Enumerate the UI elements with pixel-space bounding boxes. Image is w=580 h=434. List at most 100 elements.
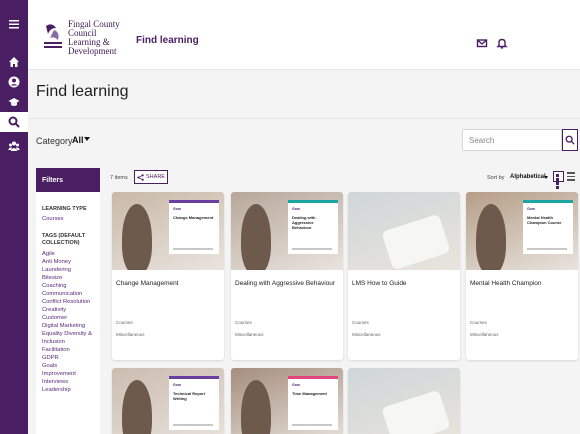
page-title: Find learning — [36, 83, 129, 100]
banner-title: Change Management — [173, 215, 214, 220]
course-thumbnail: Gom Time Management — [231, 368, 343, 434]
title-band: Find learning — [28, 70, 580, 118]
home-icon[interactable] — [0, 52, 28, 72]
filter-item[interactable]: Bitesize — [36, 274, 100, 282]
banner-footer — [292, 248, 332, 250]
items-count: 7 items — [110, 175, 128, 181]
logo-line: Development — [68, 46, 117, 56]
course-title[interactable]: Dealing with Aggressive Behaviour — [231, 270, 343, 320]
filter-item[interactable]: GDPR — [36, 354, 100, 362]
graduation-icon[interactable] — [0, 92, 28, 112]
filter-item[interactable]: Coaching — [36, 282, 100, 290]
left-rail — [0, 0, 28, 434]
course-tag: Miscellaneous — [116, 332, 145, 337]
category-select[interactable]: All — [72, 135, 84, 145]
search-icon[interactable] — [0, 112, 28, 132]
mail-icon[interactable] — [476, 36, 488, 48]
council-logo[interactable]: Fingal County Council Learning & Develop… — [42, 20, 130, 60]
course-card[interactable]: Gom Dealing with Aggressive Behaviour Deal… — [231, 192, 343, 360]
filter-item[interactable]: Conflict Resolution — [36, 298, 100, 306]
top-header: Fingal County Council Learning & Develop… — [28, 0, 580, 70]
filter-item[interactable]: Customer — [36, 314, 100, 322]
course-title[interactable]: Change Management — [112, 270, 224, 320]
course-card[interactable]: Gom Change Management Change Management Cou… — [112, 192, 224, 360]
course-banner: Gom Change Management — [169, 200, 219, 254]
app-title[interactable]: Find learning — [136, 35, 199, 46]
photo-figure — [476, 204, 506, 270]
category-label: Category — [36, 136, 73, 146]
filter-item[interactable]: Communication — [36, 290, 100, 298]
banner-footer — [173, 248, 213, 250]
course-thumbnail: Gom Mental Health Champion Course — [466, 192, 578, 270]
banner-title: Dealing with Aggressive Behaviour — [292, 215, 316, 230]
course-tag: Miscellaneous — [470, 332, 499, 337]
course-card[interactable]: Gom Time Management — [231, 368, 343, 434]
photo-figure — [241, 204, 271, 270]
share-icon — [137, 173, 144, 181]
chevron-down-icon[interactable] — [84, 137, 90, 141]
course-card[interactable] — [348, 368, 460, 434]
filter-section-title: TAGS (DEFAULT COLLECTION) — [42, 233, 86, 246]
grid-view-icon[interactable] — [553, 171, 564, 189]
course-banner: Gom Technical Report Writing — [169, 376, 219, 430]
banner-brand: Gom — [292, 207, 300, 211]
sort-label: Sort by — [487, 175, 505, 181]
banner-brand: Gom — [173, 383, 181, 387]
team-icon[interactable] — [0, 136, 28, 156]
banner-brand: Gom — [527, 207, 535, 211]
course-thumbnail — [348, 192, 460, 270]
bell-icon[interactable] — [496, 36, 508, 49]
filter-item[interactable]: Interviews — [36, 378, 100, 386]
list-view-icon[interactable] — [567, 172, 575, 181]
course-thumbnail: Gom Change Management — [112, 192, 224, 270]
course-card[interactable]: Gom Mental Health Champion Course Mental H… — [466, 192, 578, 360]
tag-list: Agile Anti Money Laundering Bitesize Coachi… — [36, 250, 100, 394]
chevron-down-icon[interactable] — [544, 176, 548, 179]
course-banner: Gom Dealing with Aggressive Behaviour — [288, 200, 338, 254]
filter-item[interactable]: Goals — [36, 362, 100, 370]
banner-footer — [173, 424, 213, 426]
course-title[interactable]: LMS How to Guide — [348, 270, 460, 320]
course-tag: Miscellaneous — [235, 332, 264, 337]
logo-text: Fingal County Council Learning & Develop… — [68, 20, 120, 56]
search-input[interactable]: Search — [462, 129, 562, 151]
main-content: Filters LEARNING TYPE Courses TAGS (DEFA… — [28, 162, 580, 434]
filters-heading: Filters — [36, 168, 100, 192]
course-thumbnail — [348, 368, 460, 434]
course-thumbnail: Gom Technical Report Writing — [112, 368, 224, 434]
banner-title: Time Management — [292, 391, 327, 396]
menu-icon[interactable] — [0, 14, 28, 34]
course-banner: Gom Time Management — [288, 376, 338, 430]
sort-select[interactable]: Alphabetical — [510, 174, 546, 180]
banner-title: Mental Health Champion Course — [527, 215, 562, 225]
filter-item[interactable]: Courses — [36, 215, 100, 223]
banner-footer — [292, 424, 332, 426]
filter-item[interactable]: Facilitation — [36, 346, 100, 354]
banner-brand: Gom — [292, 383, 300, 387]
logo-mark-icon — [44, 24, 62, 48]
course-tag: Miscellaneous — [352, 332, 381, 337]
filter-item[interactable]: Agile — [36, 250, 100, 258]
banner-footer — [527, 248, 567, 250]
course-thumbnail: Gom Dealing with Aggressive Behaviour — [231, 192, 343, 270]
search-icon — [565, 135, 575, 145]
share-button[interactable]: SHARE — [134, 170, 168, 184]
filter-item[interactable]: Anti Money Laundering — [36, 258, 100, 274]
profile-icon[interactable] — [0, 72, 28, 92]
banner-brand: Gom — [173, 207, 181, 211]
category-bar: Category All Search — [28, 118, 580, 162]
filter-item[interactable]: Equality Diversity & Inclusion — [36, 330, 100, 346]
course-card[interactable]: Gom Technical Report Writing — [112, 368, 224, 434]
search-button[interactable] — [562, 129, 578, 151]
share-label: SHARE — [146, 174, 165, 180]
filter-section-title: LEARNING TYPE — [42, 206, 87, 212]
filter-item[interactable]: Creativity — [36, 306, 100, 314]
course-title[interactable]: Mental Health Champion — [466, 270, 578, 320]
banner-title: Technical Report Writing — [173, 391, 206, 401]
filter-item[interactable]: Digital Marketing — [36, 322, 100, 330]
course-banner: Gom Mental Health Champion Course — [523, 200, 573, 254]
filter-item[interactable]: Leadership — [36, 386, 100, 394]
filter-item[interactable]: Improvement — [36, 370, 100, 378]
course-card[interactable]: LMS How to Guide Courses Miscellaneous — [348, 192, 460, 360]
photo-figure — [122, 204, 152, 270]
